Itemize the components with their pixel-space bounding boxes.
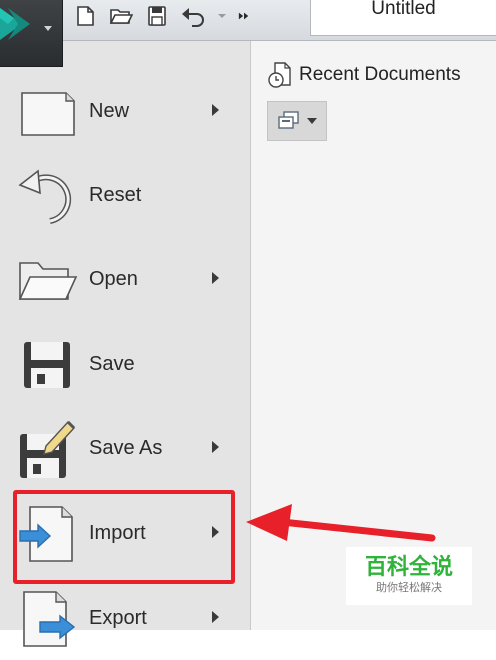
menu-item-label: Save As	[89, 437, 163, 459]
dropdown-icon[interactable]	[216, 3, 228, 29]
recent-documents-icon	[268, 62, 291, 88]
more-icon[interactable]	[238, 3, 250, 29]
new-document-icon	[16, 79, 80, 143]
submenu-arrow-icon	[212, 272, 219, 284]
watermark: 百科全说 助你轻松解决	[346, 547, 472, 605]
new-icon[interactable]	[72, 3, 98, 29]
menu-item-save-as[interactable]: Save As	[0, 406, 250, 490]
save-icon[interactable]	[144, 3, 170, 29]
menu-item-label: Open	[89, 268, 138, 290]
submenu-arrow-icon	[212, 441, 219, 453]
watermark-subtitle: 助你轻松解决	[376, 581, 442, 594]
watermark-title: 百科全说	[364, 555, 453, 580]
menu-item-label: Export	[89, 607, 147, 629]
title-bar: Untitled	[0, 0, 496, 41]
menu-item-open[interactable]: Open	[0, 237, 250, 321]
chevron-down-icon	[44, 26, 52, 31]
save-as-icon	[16, 416, 80, 480]
submenu-arrow-icon	[212, 104, 219, 116]
menu-item-export[interactable]: Export	[0, 576, 250, 660]
quick-access-toolbar	[72, 0, 250, 32]
import-highlight-box	[13, 490, 235, 584]
chevron-down-icon	[307, 118, 317, 124]
undo-icon[interactable]	[180, 3, 206, 29]
reset-icon	[16, 163, 80, 227]
recent-documents-title: Recent Documents	[299, 64, 461, 85]
document-tab[interactable]: Untitled	[310, 0, 496, 36]
app-logo-icon	[0, 8, 30, 40]
menu-item-label: Reset	[89, 184, 142, 206]
recent-documents-header: Recent Documents	[267, 61, 461, 89]
save-icon	[16, 332, 80, 396]
menu-item-label: New	[89, 100, 130, 122]
menu-item-label: Save	[89, 353, 135, 375]
view-options-icon	[278, 111, 299, 129]
application-menu-button[interactable]	[0, 0, 63, 67]
menu-item-new[interactable]: New	[0, 69, 250, 153]
open-folder-icon	[16, 247, 80, 311]
view-options-button[interactable]	[267, 101, 327, 141]
menu-item-save[interactable]: Save	[0, 322, 250, 406]
recent-documents-panel: Recent Documents	[251, 41, 496, 630]
document-title: Untitled	[371, 0, 436, 19]
export-icon	[16, 586, 80, 650]
open-icon[interactable]	[108, 3, 134, 29]
menu-item-reset[interactable]: Reset	[0, 153, 250, 237]
submenu-arrow-icon	[212, 611, 219, 623]
